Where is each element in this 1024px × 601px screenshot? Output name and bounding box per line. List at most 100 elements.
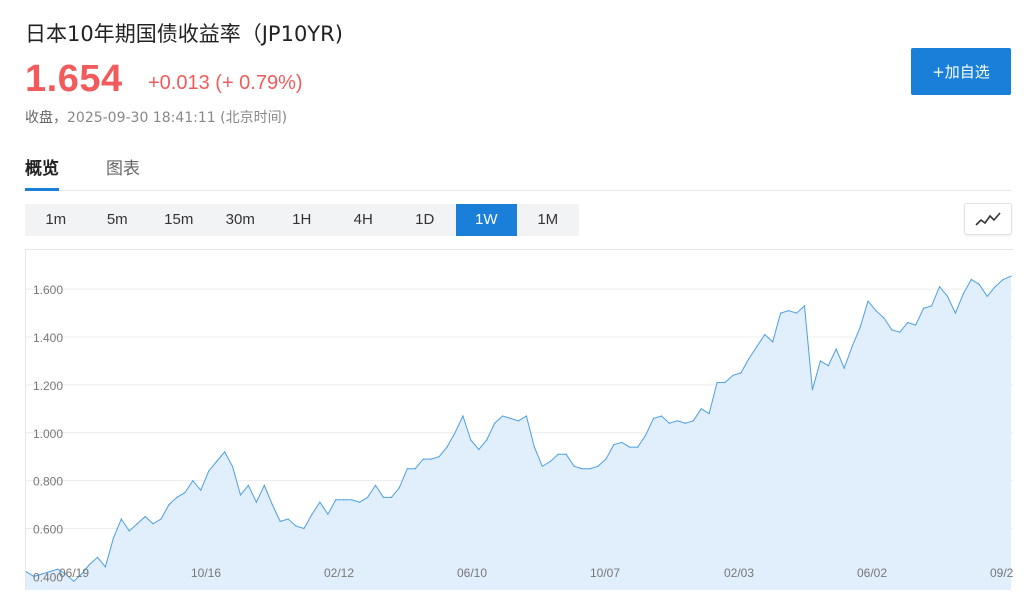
interval-15m[interactable]: 15m — [148, 204, 210, 236]
data-point — [271, 504, 273, 506]
data-point — [319, 501, 321, 503]
chart-type-button[interactable] — [964, 203, 1012, 235]
y-tick-label: 1.200 — [33, 379, 63, 393]
data-point — [128, 530, 130, 532]
data-point — [931, 305, 933, 307]
data-point — [994, 286, 996, 288]
data-point — [605, 458, 607, 460]
data-point — [629, 446, 631, 448]
data-point — [224, 451, 226, 453]
data-point — [359, 501, 361, 503]
data-point — [867, 300, 869, 302]
page-title: 日本10年期国债收益率（JP10YR) — [25, 22, 343, 46]
interval-5m[interactable]: 5m — [87, 204, 149, 236]
market-status: 收盘，2025-09-30 18:41:11 (北京时间) — [25, 107, 287, 127]
x-tick-label: 06/19 — [59, 566, 89, 580]
interval-1d[interactable]: 1D — [394, 204, 456, 236]
data-point — [263, 484, 265, 486]
data-point — [533, 446, 535, 448]
data-point — [621, 441, 623, 443]
x-tick-label: 06/02 — [857, 566, 887, 580]
data-point — [144, 516, 146, 518]
interval-1w[interactable]: 1W — [455, 204, 517, 236]
data-point — [835, 348, 837, 350]
data-point — [645, 434, 647, 436]
data-point — [414, 468, 416, 470]
data-point — [343, 499, 345, 501]
data-point — [772, 341, 774, 343]
data-point — [660, 415, 663, 417]
data-point — [398, 487, 400, 489]
data-point — [255, 501, 257, 503]
price-change: +0.013 (+ 0.79%) — [148, 72, 303, 94]
data-point — [764, 334, 766, 336]
y-tick-label: 1.600 — [33, 283, 63, 297]
data-point — [295, 525, 297, 527]
data-point — [780, 312, 782, 314]
data-point — [247, 484, 249, 486]
data-point — [1002, 278, 1004, 281]
data-point — [422, 458, 424, 460]
data-point — [565, 453, 567, 455]
data-point — [819, 360, 822, 362]
last-price: 1.654 — [25, 58, 123, 100]
data-point — [525, 415, 527, 417]
data-point — [700, 408, 702, 410]
x-tick-label: 06/10 — [457, 566, 487, 580]
data-point — [549, 460, 551, 463]
data-point — [597, 465, 599, 467]
data-point — [740, 372, 742, 374]
data-point — [883, 317, 885, 319]
data-point — [827, 365, 829, 367]
x-tick-label: 10/07 — [590, 566, 620, 580]
data-point — [788, 310, 790, 312]
tab-overview[interactable]: 概览 — [25, 154, 59, 191]
data-point — [192, 480, 194, 482]
data-point — [406, 468, 408, 470]
data-point — [732, 374, 734, 376]
x-tick-label: 02/03 — [724, 566, 754, 580]
data-point — [891, 329, 893, 331]
data-point — [899, 331, 901, 333]
tab-chart[interactable]: 图表 — [106, 154, 140, 188]
data-point — [716, 381, 718, 384]
price-chart[interactable]: 0.400 0.600 0.800 1.000 1.200 1.400 1.600 06/19… — [25, 249, 1013, 590]
data-point — [541, 465, 543, 467]
interval-1h[interactable]: 1H — [271, 204, 333, 236]
data-point — [510, 417, 512, 419]
data-point — [851, 346, 853, 348]
interval-4h[interactable]: 4H — [333, 204, 395, 236]
timestamp: 2025-09-30 18:41:11 (北京时间) — [67, 110, 288, 126]
data-point — [692, 420, 694, 422]
data-point — [216, 460, 218, 463]
data-point — [104, 566, 106, 568]
x-tick-label: 02/12 — [324, 566, 354, 580]
data-point — [637, 446, 639, 448]
data-point — [430, 458, 432, 460]
interval-1m[interactable]: 1m — [25, 204, 87, 236]
data-point — [843, 367, 845, 369]
status-label: 收盘， — [25, 110, 67, 126]
data-point — [239, 494, 242, 496]
data-point — [160, 518, 162, 520]
data-point — [351, 499, 353, 501]
add-to-watchlist-button[interactable]: +加自选 — [911, 48, 1011, 95]
interval-1mo[interactable]: 1M — [517, 204, 579, 236]
data-point — [367, 496, 369, 498]
data-point — [938, 286, 941, 288]
data-point — [970, 278, 972, 281]
data-point — [287, 518, 289, 520]
data-point — [875, 310, 877, 312]
data-point — [494, 422, 496, 424]
data-point — [859, 326, 861, 328]
data-point — [120, 518, 122, 520]
data-point — [390, 496, 392, 498]
interval-selector: 1m 5m 15m 30m 1H 4H 1D 1W 1M — [25, 204, 579, 236]
data-point — [907, 322, 909, 324]
interval-30m[interactable]: 30m — [210, 204, 272, 236]
data-point — [923, 307, 925, 309]
data-point — [327, 513, 329, 515]
data-point — [668, 422, 671, 424]
chart-svg: 0.4000.6000.8001.0001.2001.4001.60006/19… — [26, 275, 1013, 590]
data-point — [962, 293, 964, 295]
